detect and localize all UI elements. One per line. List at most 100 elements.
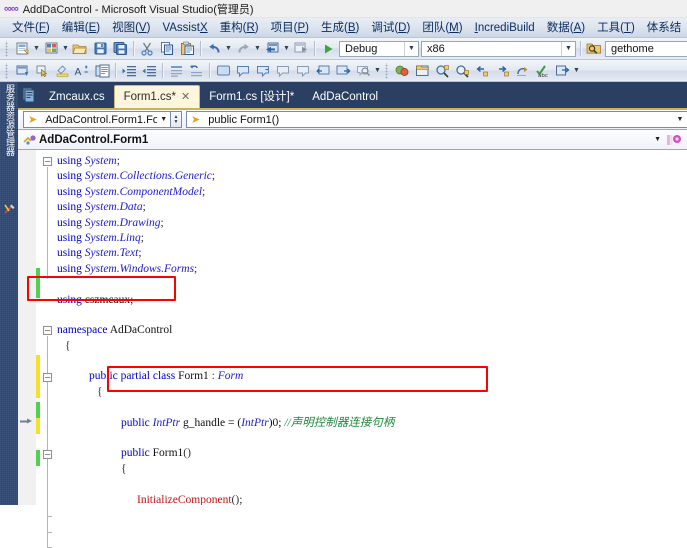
left-dock-strip[interactable]: 服务器资源管理器 工具箱 [0, 82, 18, 505]
find-symbol-icon[interactable] [353, 61, 373, 80]
redo-dropdown-icon[interactable]: ▼ [253, 39, 262, 58]
code-editor[interactable]: − − − − using System; using System.Collectio… [18, 150, 687, 548]
extract-icon[interactable] [333, 61, 353, 80]
undo-dropdown-icon[interactable]: ▼ [224, 39, 233, 58]
pointer-select-icon[interactable] [32, 61, 52, 80]
window-icon[interactable] [213, 61, 233, 80]
navigate-forward-icon[interactable] [291, 39, 311, 58]
type-dropdown-spinner[interactable]: ▲ ▼ [171, 111, 182, 128]
type-dropdown[interactable]: ➤ AdDaControl.Form1.Forr ▼ [23, 111, 171, 128]
menu-item-6[interactable]: 生成(B) [315, 18, 365, 38]
step-back-icon[interactable] [472, 61, 492, 80]
tooltip4-icon[interactable] [293, 61, 313, 80]
text-editor-toolbar[interactable]: A ▼ abc ▼ [0, 60, 687, 82]
find-in-files-icon[interactable] [432, 61, 452, 80]
menu-item-0[interactable]: 文件(F) [6, 18, 56, 38]
quick-find-icon[interactable] [452, 61, 472, 80]
menu-item-2[interactable]: 视图(V) [106, 18, 156, 38]
uncomment-block-icon[interactable] [186, 61, 206, 80]
tooltip3-icon[interactable] [273, 61, 293, 80]
tab-zmcaux-cs[interactable]: Zmcaux.cs [40, 87, 114, 108]
outline-toggle-class[interactable]: − [43, 372, 52, 382]
extension-icon[interactable] [667, 133, 687, 147]
close-icon[interactable]: ✕ [181, 86, 190, 109]
spellcheck-icon[interactable]: abc [532, 61, 552, 80]
outline-toggle-constructor[interactable]: − [43, 449, 52, 459]
decrease-indent-icon[interactable] [139, 61, 159, 80]
cut-icon[interactable] [137, 39, 157, 58]
menu-item-12[interactable]: 体系结 [641, 18, 687, 38]
menu-item-11[interactable]: 工具(T) [591, 18, 641, 38]
menu-item-1[interactable]: 编辑(E) [56, 18, 106, 38]
tooltip2-icon[interactable] [253, 61, 273, 80]
new-project-icon[interactable] [12, 39, 32, 58]
menu-bar[interactable]: 文件(F) 编辑(E) 视图(V) VAssistX 重构(R) 项目(P) 生成(B) 调试… [0, 18, 687, 38]
toolbox-tab[interactable]: 工具箱 [0, 200, 18, 227]
undo-icon[interactable] [204, 39, 224, 58]
font-size-icon[interactable]: A [72, 61, 92, 80]
server-explorer-tab[interactable]: 服务器资源管理器 [0, 84, 18, 156]
comment-block-icon[interactable] [166, 61, 186, 80]
tab-form1-cs[interactable]: Form1.cs* ✕ [113, 85, 201, 109]
menu-item-10[interactable]: 数据(A) [541, 18, 591, 38]
bookmark-icon[interactable] [512, 61, 532, 80]
menu-item-8[interactable]: 团队(M) [416, 18, 468, 38]
class-info-bar[interactable]: AdDaControl.Form1 ▼ [18, 130, 687, 150]
standard-toolbar[interactable]: ▼ ▼ ▼ ▼ ▼ Debug ▼ x86 ▼ gethome [0, 38, 687, 60]
new-project-dropdown-icon[interactable]: ▼ [32, 39, 41, 58]
menu-item-7[interactable]: 调试(D) [365, 18, 416, 38]
member-dropdown[interactable]: ➤ public Form1() ▼ [186, 111, 687, 128]
document-tab-strip[interactable]: Zmcaux.cs Form1.cs* ✕ Form1.cs [设计]* AdD… [18, 82, 687, 108]
chevron-down-icon[interactable]: ▼ [404, 41, 418, 56]
solution-platform-combo[interactable]: x86 ▼ [421, 40, 576, 57]
tooltip1-icon[interactable] [233, 61, 253, 80]
chevron-down-icon[interactable]: ▼ [157, 116, 170, 123]
menu-item-3[interactable]: VAssistX [156, 18, 213, 38]
navigation-bar[interactable]: ➤ AdDaControl.Form1.Forr ▼ ▲ ▼ ➤ public … [18, 108, 687, 130]
build-icon[interactable] [392, 61, 412, 80]
spinner-down-icon[interactable]: ▼ [174, 119, 179, 125]
refactor-icon[interactable] [313, 61, 333, 80]
step-forward-icon[interactable] [492, 61, 512, 80]
open-file-icon[interactable] [70, 39, 90, 58]
save-all-icon[interactable] [110, 39, 130, 58]
indicator-margin[interactable] [18, 150, 36, 505]
outlining-margin[interactable]: − − − − [41, 150, 55, 548]
solution-configuration-combo[interactable]: Debug ▼ [339, 40, 419, 57]
outline-toggle-usings[interactable]: − [43, 157, 52, 166]
find-symbol-folder-icon[interactable] [584, 39, 604, 58]
start-debugging-icon[interactable] [318, 39, 338, 58]
outline-toggle-namespace[interactable]: − [43, 326, 52, 336]
find-combo[interactable]: gethome [605, 40, 687, 57]
redo-icon[interactable] [233, 39, 253, 58]
menu-item-4[interactable]: 重构(R) [214, 18, 265, 38]
add-new-item-dropdown-icon[interactable]: ▼ [61, 39, 70, 58]
chevron-down-icon[interactable]: ▼ [561, 41, 575, 56]
toolbar-grip[interactable] [4, 62, 10, 79]
display-window-icon[interactable] [12, 61, 32, 80]
save-icon[interactable] [90, 39, 110, 58]
tab-form1-cs-designer[interactable]: Form1.cs [设计]* [200, 87, 303, 108]
increase-indent-icon[interactable] [119, 61, 139, 80]
code-text-area[interactable]: using System; using System.Collections.Ge… [55, 150, 687, 505]
chevron-down-icon[interactable]: ▼ [673, 116, 687, 123]
open-folder-icon[interactable] [412, 61, 432, 80]
copy-icon[interactable] [157, 39, 177, 58]
new-window-icon[interactable] [552, 61, 572, 80]
toolbar-overflow-icon[interactable]: ▼ [572, 61, 581, 80]
menu-item-5[interactable]: 项目(P) [265, 18, 315, 38]
navigate-backward-icon[interactable] [262, 39, 282, 58]
paste-icon[interactable] [177, 39, 197, 58]
toolbar-grip[interactable] [384, 62, 390, 79]
add-new-item-icon[interactable] [41, 39, 61, 58]
highlight-icon[interactable] [52, 61, 72, 80]
tab-addacontrol[interactable]: AdDaControl [303, 87, 387, 108]
clipboard-ring-icon[interactable] [92, 61, 112, 80]
chevron-down-icon[interactable]: ▼ [654, 136, 667, 143]
toolbar-grip[interactable] [4, 40, 10, 57]
toolbar-overflow-icon[interactable]: ▼ [373, 61, 382, 80]
class-bar-right-controls[interactable]: ▼ [654, 133, 687, 147]
navigate-backward-dropdown-icon[interactable]: ▼ [282, 39, 291, 58]
menu-item-9[interactable]: IncrediBuild [469, 18, 541, 38]
document-stack-icon[interactable] [18, 82, 40, 108]
